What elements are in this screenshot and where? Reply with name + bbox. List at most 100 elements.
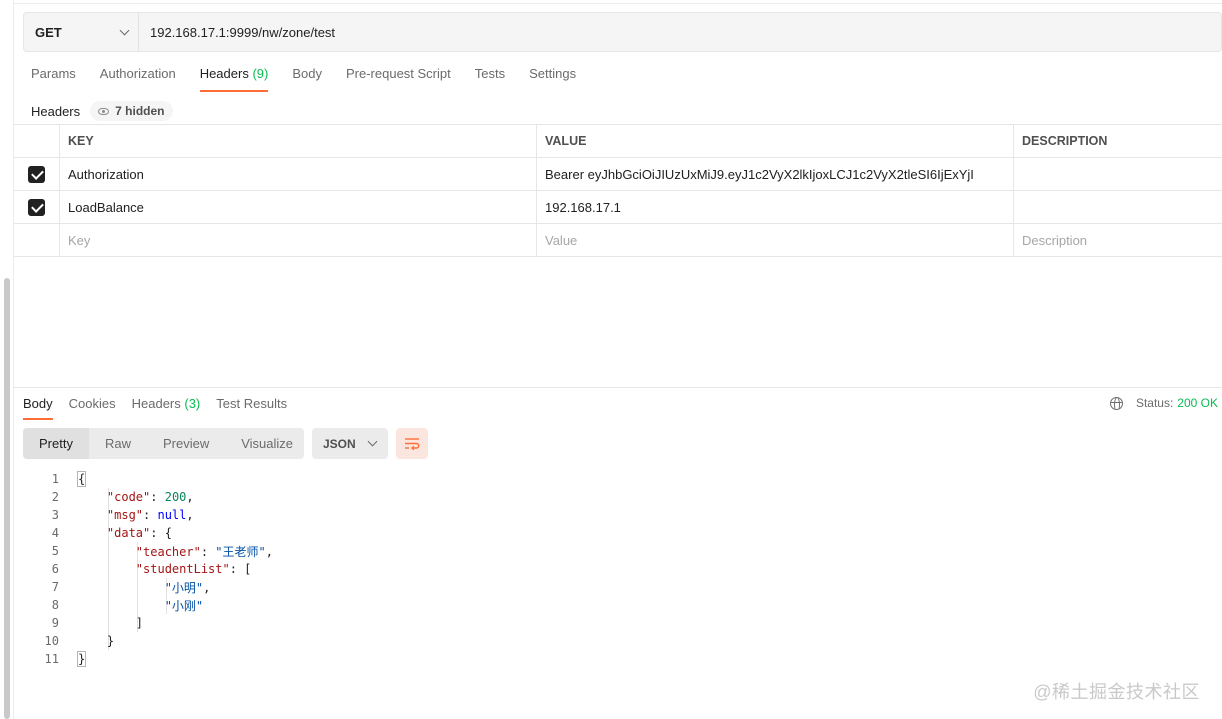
tab-count: (9)	[252, 66, 269, 81]
tab-label: Headers	[131, 396, 181, 411]
code-line: 3 "msg": null,	[23, 506, 923, 524]
tab-body[interactable]: Body	[292, 66, 322, 92]
tab-test-results[interactable]: Test Results	[216, 396, 287, 420]
response-body-viewer[interactable]: 1{ 2 "code": 200, 3 "msg": null, 4 "data…	[23, 470, 923, 668]
code-line: 6 "studentList": [	[23, 560, 923, 578]
column-header-key: KEY	[60, 125, 537, 157]
check-icon[interactable]	[28, 198, 45, 216]
column-header-description: DESCRIPTION	[1022, 134, 1108, 148]
tab-authorization[interactable]: Authorization	[100, 66, 176, 92]
value-cell[interactable]: 192.168.17.1	[537, 191, 1014, 223]
column-header-value: VALUE	[537, 125, 1014, 157]
value-placeholder[interactable]: Value	[537, 224, 1014, 256]
code-text: {	[76, 471, 87, 487]
tab-params[interactable]: Params	[31, 66, 76, 92]
view-pretty[interactable]: Pretty	[23, 428, 89, 459]
line-number: 2	[51, 490, 59, 504]
line-number: 9	[51, 616, 59, 630]
code-line: 5 "teacher": "王老师",	[23, 542, 923, 560]
line-number: 7	[51, 580, 59, 594]
tab-label: Tests	[474, 66, 506, 81]
watermark: @稀土掘金技术社区	[1033, 682, 1200, 702]
table-row-new: Key Value Description	[14, 224, 1222, 257]
chevron-down-icon	[367, 436, 378, 447]
tab-label: Pre-request Script	[345, 66, 451, 81]
url-bar: GET	[23, 12, 1222, 52]
tab-response-body[interactable]: Body	[23, 396, 53, 420]
response-tabs: Body Cookies Headers (3) Test Results	[23, 396, 303, 420]
description-placeholder[interactable]: Description	[1014, 224, 1222, 256]
tab-label: Test Results	[216, 396, 288, 411]
top-edge	[14, 0, 1222, 4]
tab-label: Body	[23, 396, 53, 411]
code-text: ]	[78, 616, 144, 630]
view-visualize[interactable]: Visualize	[225, 428, 309, 459]
check-icon[interactable]	[28, 165, 45, 183]
code-text: "teacher": "王老师",	[135, 544, 273, 559]
headers-label: Headers	[31, 103, 81, 119]
tab-count: (3)	[184, 396, 201, 411]
header-check-cell	[14, 125, 60, 157]
key-placeholder[interactable]: Key	[60, 224, 537, 256]
tab-label: Cookies	[68, 396, 116, 411]
table-row: LoadBalance 192.168.17.1	[14, 191, 1222, 224]
tab-label: Settings	[529, 66, 577, 81]
hidden-headers-toggle[interactable]: 7 hidden	[90, 101, 174, 121]
value-cell[interactable]: Bearer eyJhbGciOiJIUzUxMiJ9.eyJ1c2VyX2lk…	[537, 158, 1014, 190]
line-number: 6	[51, 562, 59, 576]
tab-headers[interactable]: Headers (9)	[199, 66, 269, 92]
status-label: Status:	[1135, 396, 1174, 410]
line-number: 10	[44, 634, 59, 648]
request-tabs: Params Authorization Headers (9) Body Pr…	[31, 66, 600, 92]
line-number: 4	[51, 526, 59, 540]
description-cell[interactable]	[1014, 191, 1222, 223]
left-scrollbar[interactable]	[0, 0, 14, 719]
headers-subheader: Headers 7 hidden	[31, 101, 174, 121]
view-raw[interactable]: Raw	[89, 428, 147, 459]
code-line: 10 }	[23, 632, 923, 650]
tab-label: Body	[292, 66, 322, 81]
view-mode-switcher: Pretty Raw Preview Visualize	[23, 428, 304, 459]
code-line: 1{	[23, 470, 923, 488]
tab-label: Headers	[199, 66, 249, 81]
code-text: }	[78, 634, 115, 648]
line-number: 1	[51, 472, 59, 486]
line-number: 3	[51, 508, 59, 522]
table-header-row: KEY VALUE DESCRIPTION	[14, 125, 1222, 158]
code-text: "小刚"	[164, 598, 204, 613]
headers-table: KEY VALUE DESCRIPTION Authorization Bear…	[14, 124, 1222, 257]
format-label: JSON	[323, 436, 356, 451]
row-check-cell	[14, 158, 60, 190]
key-cell[interactable]: LoadBalance	[60, 191, 537, 223]
tab-settings[interactable]: Settings	[529, 66, 576, 92]
pane-divider[interactable]	[14, 387, 1222, 388]
tab-tests[interactable]: Tests	[475, 66, 505, 92]
eye-icon	[98, 107, 110, 115]
tab-response-headers[interactable]: Headers (3)	[132, 396, 201, 420]
globe-icon[interactable]	[1109, 396, 1123, 410]
format-select[interactable]: JSON	[312, 428, 388, 459]
key-cell[interactable]: Authorization	[60, 158, 537, 190]
tab-pre-request-script[interactable]: Pre-request Script	[346, 66, 451, 92]
status-value[interactable]: 200 OK	[1177, 396, 1218, 410]
code-text: "studentList": [	[135, 562, 252, 576]
wrap-lines-button[interactable]	[396, 428, 428, 459]
code-text: }	[76, 651, 87, 667]
code-text: "code": 200,	[106, 490, 194, 504]
code-line: 11}	[23, 650, 923, 668]
scrollbar-thumb[interactable]	[4, 278, 10, 719]
tab-label: Authorization	[99, 66, 176, 81]
method-select[interactable]: GET	[24, 13, 139, 51]
code-text: "小明",	[164, 580, 211, 595]
view-preview[interactable]: Preview	[147, 428, 225, 459]
chevron-down-icon	[119, 25, 130, 35]
response-status: Status: 200 OK	[1109, 396, 1218, 410]
url-input[interactable]	[139, 13, 1221, 51]
method-label: GET	[35, 24, 62, 40]
description-cell[interactable]	[1014, 158, 1222, 190]
line-number: 11	[44, 652, 59, 666]
code-line: 2 "code": 200,	[23, 488, 923, 506]
tab-response-cookies[interactable]: Cookies	[69, 396, 116, 420]
code-line: 7 "小明",	[23, 578, 923, 596]
table-row: Authorization Bearer eyJhbGciOiJIUzUxMiJ…	[14, 158, 1222, 191]
